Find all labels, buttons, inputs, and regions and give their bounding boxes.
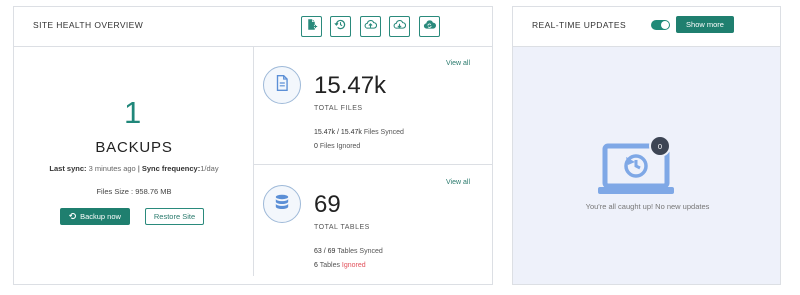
last-sync-value: 3 minutes ago xyxy=(88,164,136,173)
tables-ignored-line: 6 Tables Ignored xyxy=(314,262,366,269)
files-ignored-text: Files Ignored xyxy=(319,143,361,150)
backups-label: BACKUPS xyxy=(95,139,173,156)
site-health-card: SITE HEALTH OVERVIEW 1 BACKUPS Last sync… xyxy=(13,6,493,285)
files-size-value: 958.76 MB xyxy=(135,187,172,196)
tables-ignored-count: 6 xyxy=(314,262,318,269)
tables-synced-text: Tables Synced xyxy=(337,248,383,255)
backups-count: 1 xyxy=(124,95,142,130)
files-size: Files Size : 958.76 MB xyxy=(14,187,254,196)
history-button[interactable] xyxy=(330,16,351,37)
file-icon-circle xyxy=(263,66,301,104)
realtime-toggle[interactable] xyxy=(651,20,670,30)
backup-now-label: Backup now xyxy=(80,212,121,221)
files-synced-line: 15.47k / 15.47k Files Synced xyxy=(314,129,404,136)
cloud-download-button[interactable] xyxy=(389,16,410,37)
files-ignored-line: 0 Files Ignored xyxy=(314,143,360,150)
files-size-label: Files Size : xyxy=(96,187,134,196)
show-more-label: Show more xyxy=(686,20,724,29)
backup-now-button[interactable]: Backup now xyxy=(60,208,130,225)
tables-ignored-prefix: Tables xyxy=(319,262,340,269)
site-health-title: SITE HEALTH OVERVIEW xyxy=(33,20,144,30)
no-updates-message: You're all caught up! No new updates xyxy=(585,202,710,211)
sync-info: Last sync: 3 minutes ago | Sync frequenc… xyxy=(14,164,254,173)
total-files-label: TOTAL FILES xyxy=(314,105,363,112)
last-sync-label: Last sync: xyxy=(49,164,87,173)
files-synced-count: 15.47k / 15.47k xyxy=(314,129,362,136)
cloud-sync-icon xyxy=(423,18,437,36)
show-more-button[interactable]: Show more xyxy=(676,16,734,33)
cloud-upload-icon xyxy=(364,18,378,36)
tables-ignored-text: Ignored xyxy=(341,262,366,269)
total-tables-value: 69 xyxy=(314,191,341,218)
database-icon-circle xyxy=(263,185,301,223)
realtime-header: REAL-TIME UPDATES Show more xyxy=(513,7,780,47)
restore-site-button[interactable]: Restore Site xyxy=(145,208,204,225)
history-icon xyxy=(334,18,347,36)
restore-site-label: Restore Site xyxy=(153,212,196,221)
updates-count-badge: 0 xyxy=(649,135,671,157)
total-files-value: 15.47k xyxy=(314,72,387,99)
realtime-updates-card: REAL-TIME UPDATES Show more 0 You're all… xyxy=(512,6,781,285)
cloud-upload-button[interactable] xyxy=(360,16,381,37)
files-view-all-link[interactable]: View all xyxy=(446,60,470,67)
total-tables-label: TOTAL TABLES xyxy=(314,224,370,231)
tables-synced-line: 63 / 69 Tables Synced xyxy=(314,248,383,255)
files-synced-text: Files Synced xyxy=(363,129,404,136)
file-icon xyxy=(273,74,291,97)
file-add-button[interactable] xyxy=(301,16,322,37)
realtime-title: REAL-TIME UPDATES xyxy=(532,20,627,30)
file-add-icon xyxy=(305,18,318,36)
cloud-sync-button[interactable] xyxy=(419,16,440,37)
column-divider xyxy=(253,47,254,276)
sync-separator: | xyxy=(137,164,140,173)
cloud-download-icon xyxy=(393,18,407,36)
files-ignored-count: 0 xyxy=(314,143,318,150)
site-health-header: SITE HEALTH OVERVIEW xyxy=(14,7,492,47)
database-icon xyxy=(273,193,291,216)
sync-frequency-label: Sync frequency: xyxy=(141,164,201,173)
tables-view-all-link[interactable]: View all xyxy=(446,179,470,186)
tables-synced-count: 63 / 69 xyxy=(314,248,336,255)
stats-divider xyxy=(254,164,493,165)
sync-frequency-value: 1/day xyxy=(200,164,219,173)
refresh-icon xyxy=(69,212,77,222)
